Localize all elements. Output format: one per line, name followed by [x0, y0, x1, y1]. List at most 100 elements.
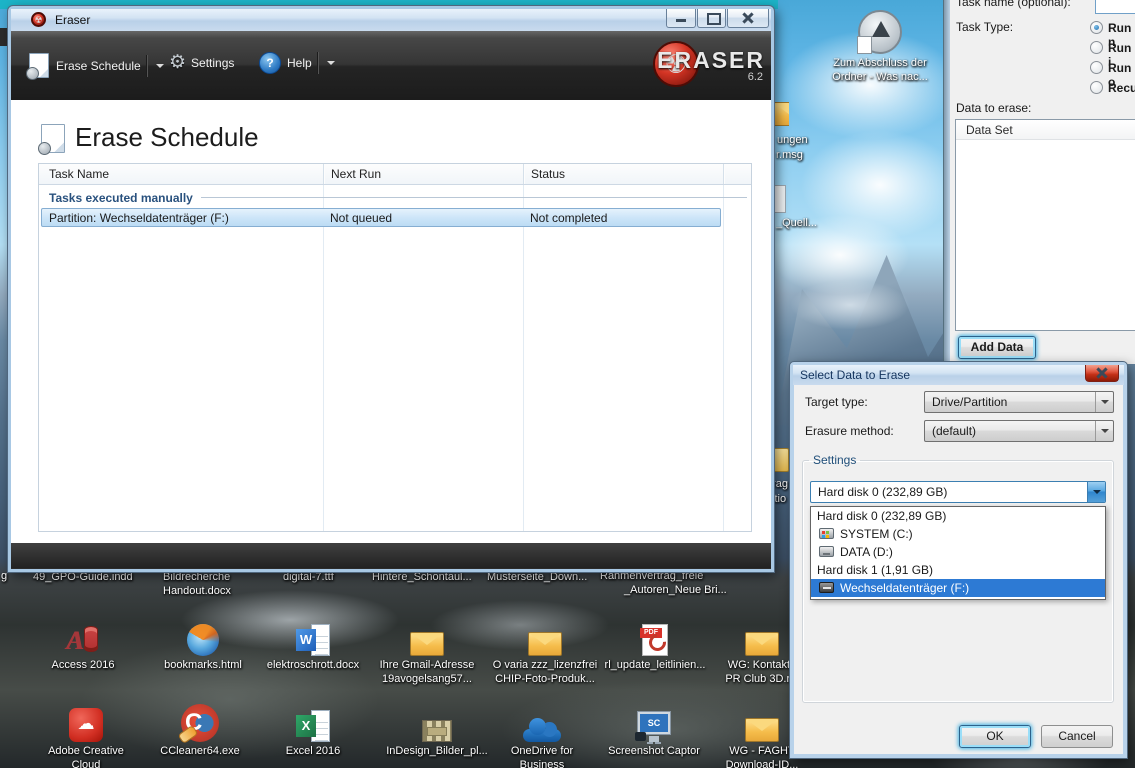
chevron-down-icon[interactable] — [1095, 392, 1113, 412]
desktop-label-fragment[interactable]: ungen — [777, 134, 808, 146]
ok-button[interactable]: OK — [959, 725, 1031, 748]
desktop-icon-bookmarks-html[interactable]: bookmarks.html — [148, 612, 258, 673]
radio-run-manually[interactable] — [1090, 21, 1103, 34]
desktop-icon-adobe-cc[interactable]: ☁ Adobe Creative Cloud — [31, 698, 141, 768]
toolbar-divider — [317, 52, 318, 74]
desktop-icon-label: Adobe Creative — [31, 745, 141, 759]
help-menu[interactable]: ? Help — [259, 52, 335, 74]
desktop-icon-rl-update[interactable]: PDF rl_update_leitlinien... — [600, 612, 710, 673]
eraser-app-icon: ☢ — [31, 12, 46, 27]
target-type-select[interactable]: Drive/Partition — [924, 391, 1114, 413]
dialog-body: Target type: Drive/Partition Erasure met… — [794, 385, 1123, 754]
desktop-icon-excel-2016[interactable]: X Excel 2016 — [258, 698, 368, 759]
desktop-label-fragment[interactable]: Musterseite_Down... — [487, 571, 587, 583]
toolbar-divider — [146, 55, 147, 77]
radio-label[interactable]: Recur — [1108, 81, 1135, 95]
eraser-window: ☢ Eraser Erase Schedule ⚙ Settings ? — [8, 6, 774, 572]
target-type-value: Drive/Partition — [932, 395, 1007, 409]
schedule-table: Task Name Next Run Status Tasks executed… — [38, 163, 752, 532]
radio-run-on-restart[interactable] — [1090, 61, 1103, 74]
radio-run-immediately[interactable] — [1090, 41, 1103, 54]
chevron-down-icon[interactable] — [327, 61, 335, 65]
drive-option-hd0[interactable]: Hard disk 0 (232,89 GB) — [811, 507, 1105, 525]
chevron-down-icon[interactable] — [1095, 421, 1113, 441]
column-divider[interactable] — [323, 164, 324, 184]
desktop-icon-zum-abschluss[interactable]: Zum Abschluss der Ordner - Was nac... — [818, 10, 942, 84]
desktop-icon-label: rl_update_leitlinien... — [600, 659, 710, 673]
table-header: Task Name Next Run Status — [39, 164, 751, 185]
task-name-cell: Partition: Wechseldatenträger (F:) — [49, 211, 229, 225]
desktop-icon-label: CHIP-Foto-Produk... — [485, 673, 605, 687]
dialog-titlebar[interactable]: Select Data to Erase — [793, 365, 1124, 385]
desktop-label-fragment[interactable]: _Quell... — [776, 217, 817, 229]
desktop-icon-indesign-bilder[interactable]: InDesign_Bilder_pl... — [382, 698, 492, 759]
drive-option-hd1[interactable]: Hard disk 1 (1,91 GB) — [811, 561, 1105, 579]
table-group-row[interactable]: Tasks executed manually — [39, 188, 747, 207]
eraser-titlebar[interactable]: ☢ Eraser — [11, 9, 771, 31]
drive-option-system-c[interactable]: SYSTEM (C:) — [811, 525, 1105, 543]
desktop-label-fragment[interactable]: _Autoren_Neue Bri... — [624, 584, 727, 596]
desktop-icon-access-2016[interactable]: A Access 2016 — [28, 612, 138, 673]
erasure-method-select[interactable]: (default) — [924, 420, 1114, 442]
data-set-list[interactable]: Data Set — [955, 119, 1135, 331]
desktop-label-fragment[interactable]: g — [1, 570, 7, 582]
removable-drive-icon — [819, 582, 834, 593]
envelope-icon[interactable] — [773, 99, 789, 129]
desktop-icon-chip-foto[interactable]: O varia zzz_lizenzfrei CHIP-Foto-Produk.… — [485, 612, 605, 686]
desktop-label-fragment[interactable]: r.msg — [776, 149, 803, 161]
window-footer — [11, 543, 771, 568]
chevron-down-icon[interactable] — [156, 64, 164, 68]
drive-option-removable-f-selected[interactable]: Wechseldatenträger (F:) — [811, 579, 1105, 597]
column-header-next-run[interactable]: Next Run — [331, 167, 381, 181]
desktop-icon-label: Access 2016 — [28, 659, 138, 673]
drive-combobox[interactable]: Hard disk 0 (232,89 GB) — [810, 481, 1106, 503]
close-button[interactable] — [727, 9, 769, 28]
background-window-edge — [0, 28, 7, 46]
envelope-icon — [773, 102, 789, 126]
cancel-button[interactable]: Cancel — [1041, 725, 1113, 748]
desktop-icon-screenshot-captor[interactable]: SC Screenshot Captor — [599, 698, 709, 759]
desktop-label-fragment[interactable]: Hintere_Schontaul... — [372, 571, 472, 583]
desktop-icon-gmail-adresse[interactable]: Ihre Gmail-Adresse 19avogelsang57... — [372, 612, 482, 686]
select-data-dialog: Select Data to Erase Target type: Drive/… — [790, 362, 1127, 758]
task-name-label: Task name (optional): — [956, 0, 1071, 9]
radio-recurring[interactable] — [1090, 81, 1103, 94]
access-icon: A — [66, 624, 100, 656]
excel-icon: X — [296, 710, 330, 742]
desktop-label-fragment[interactable]: Bildrecherche — [163, 571, 230, 583]
document-icon[interactable] — [774, 185, 786, 213]
desktop-icon-label: CCleaner64.exe — [145, 745, 255, 759]
desktop-icon-label: Cloud — [31, 759, 141, 768]
window-controls — [666, 9, 769, 28]
desktop-label-fragment[interactable]: 49_GPO-Guide.indd — [33, 571, 133, 583]
data-set-header[interactable]: Data Set — [956, 120, 1135, 140]
pdf-icon: PDF — [642, 624, 668, 656]
desktop-icon-ccleaner[interactable]: C CCleaner64.exe — [145, 698, 255, 759]
erase-schedule-label: Erase Schedule — [56, 59, 141, 73]
dialog-close-button[interactable] — [1085, 365, 1119, 382]
column-header-status[interactable]: Status — [531, 167, 565, 181]
column-header-task-name[interactable]: Task Name — [49, 167, 109, 181]
minimize-button[interactable] — [666, 9, 696, 28]
task-row[interactable]: Partition: Wechseldatenträger (F:) Not q… — [41, 208, 721, 227]
chevron-down-icon[interactable] — [1087, 482, 1105, 502]
maximize-button[interactable] — [697, 9, 726, 28]
desktop-icon-onedrive[interactable]: OneDrive for Business — [487, 698, 597, 768]
erase-schedule-menu[interactable]: Erase Schedule — [29, 53, 164, 78]
settings-label: Settings — [191, 56, 234, 70]
desktop-label-fragment[interactable]: Handout.docx — [163, 585, 231, 597]
task-name-input[interactable] — [1095, 0, 1135, 14]
add-data-button[interactable]: Add Data — [958, 336, 1036, 359]
column-divider[interactable] — [723, 164, 724, 184]
desktop-label-fragment[interactable]: digital-7.ttf — [283, 571, 334, 583]
desktop-icon-label: Business — [487, 759, 597, 768]
ccleaner-icon: C — [181, 704, 219, 742]
drive-option-data-d[interactable]: DATA (D:) — [811, 543, 1105, 561]
envelope-icon — [745, 718, 779, 742]
gear-icon: ⚙ — [169, 53, 186, 72]
logo-text: ERASER — [657, 47, 765, 74]
settings-menu[interactable]: ⚙ Settings — [169, 53, 234, 72]
desktop-icon-elektroschrott-docx[interactable]: W elektroschrott.docx — [258, 612, 368, 673]
desktop-icon-label: OneDrive for — [487, 745, 597, 759]
column-divider[interactable] — [523, 164, 524, 184]
